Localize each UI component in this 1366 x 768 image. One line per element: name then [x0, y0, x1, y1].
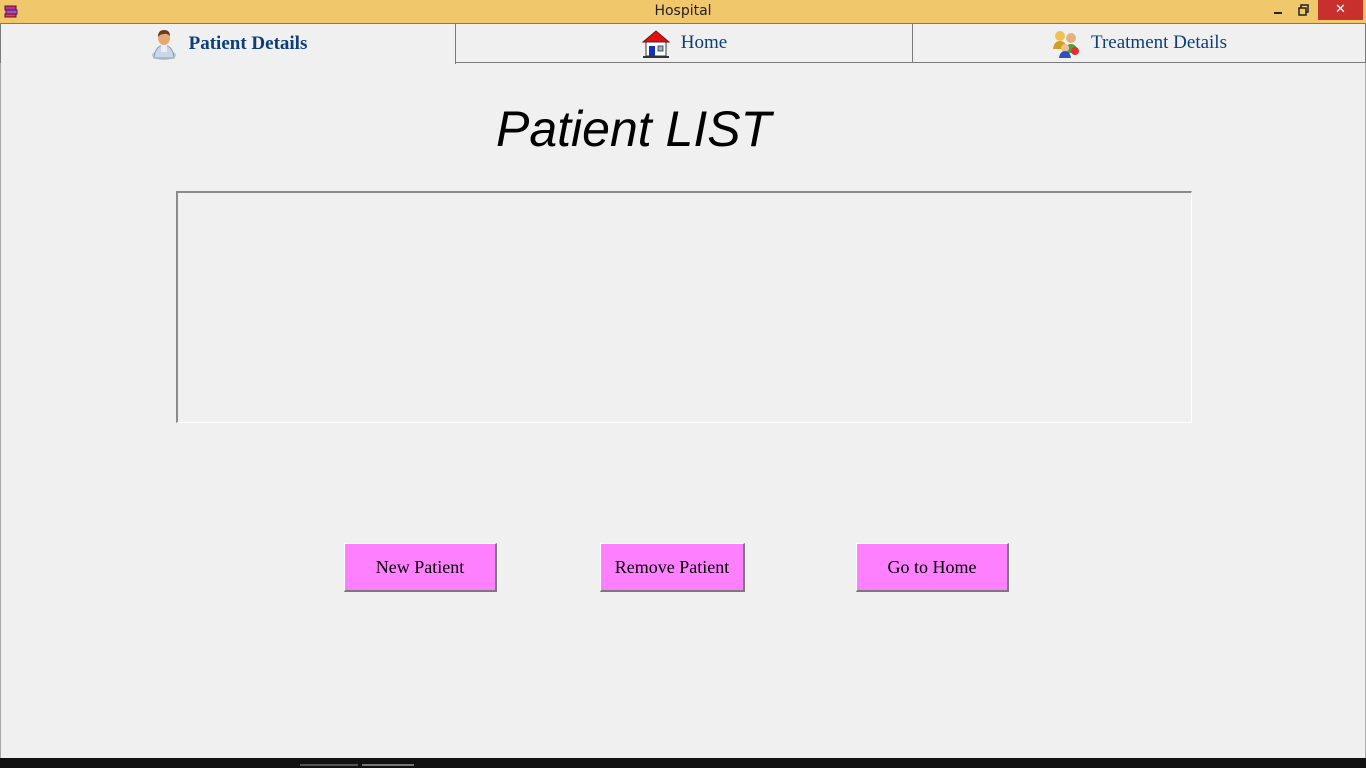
restore-button[interactable] [1293, 0, 1315, 20]
minimize-icon [1274, 12, 1282, 14]
house-icon [641, 30, 671, 58]
close-icon: ✕ [1335, 2, 1346, 17]
page-title: Patient LIST [496, 101, 772, 157]
patient-list-box[interactable] [176, 191, 1192, 423]
close-button[interactable]: ✕ [1318, 0, 1363, 20]
tab-strip: Patient Details Home Treatment Details [0, 23, 1366, 64]
tab-label: Patient Details [188, 33, 308, 54]
go-to-home-button[interactable]: Go to Home [856, 543, 1009, 592]
new-patient-button[interactable]: New Patient [344, 543, 497, 592]
title-bar: Hospital ✕ [0, 0, 1366, 23]
people-group-icon [1053, 31, 1080, 58]
minimize-button[interactable] [1268, 0, 1288, 20]
tab-home[interactable]: Home [455, 23, 913, 63]
taskbar [0, 758, 1366, 768]
tab-patient-details[interactable]: Patient Details [0, 23, 456, 64]
taskbar-item[interactable] [362, 764, 414, 766]
restore-icon [1298, 4, 1309, 16]
tab-label: Treatment Details [1091, 32, 1227, 53]
remove-patient-button[interactable]: Remove Patient [600, 543, 745, 592]
window-title: Hospital [654, 3, 712, 19]
taskbar-item[interactable] [300, 764, 358, 766]
patient-icon [151, 30, 176, 60]
tab-label: Home [680, 32, 728, 53]
tab-treatment-details[interactable]: Treatment Details [912, 23, 1366, 63]
